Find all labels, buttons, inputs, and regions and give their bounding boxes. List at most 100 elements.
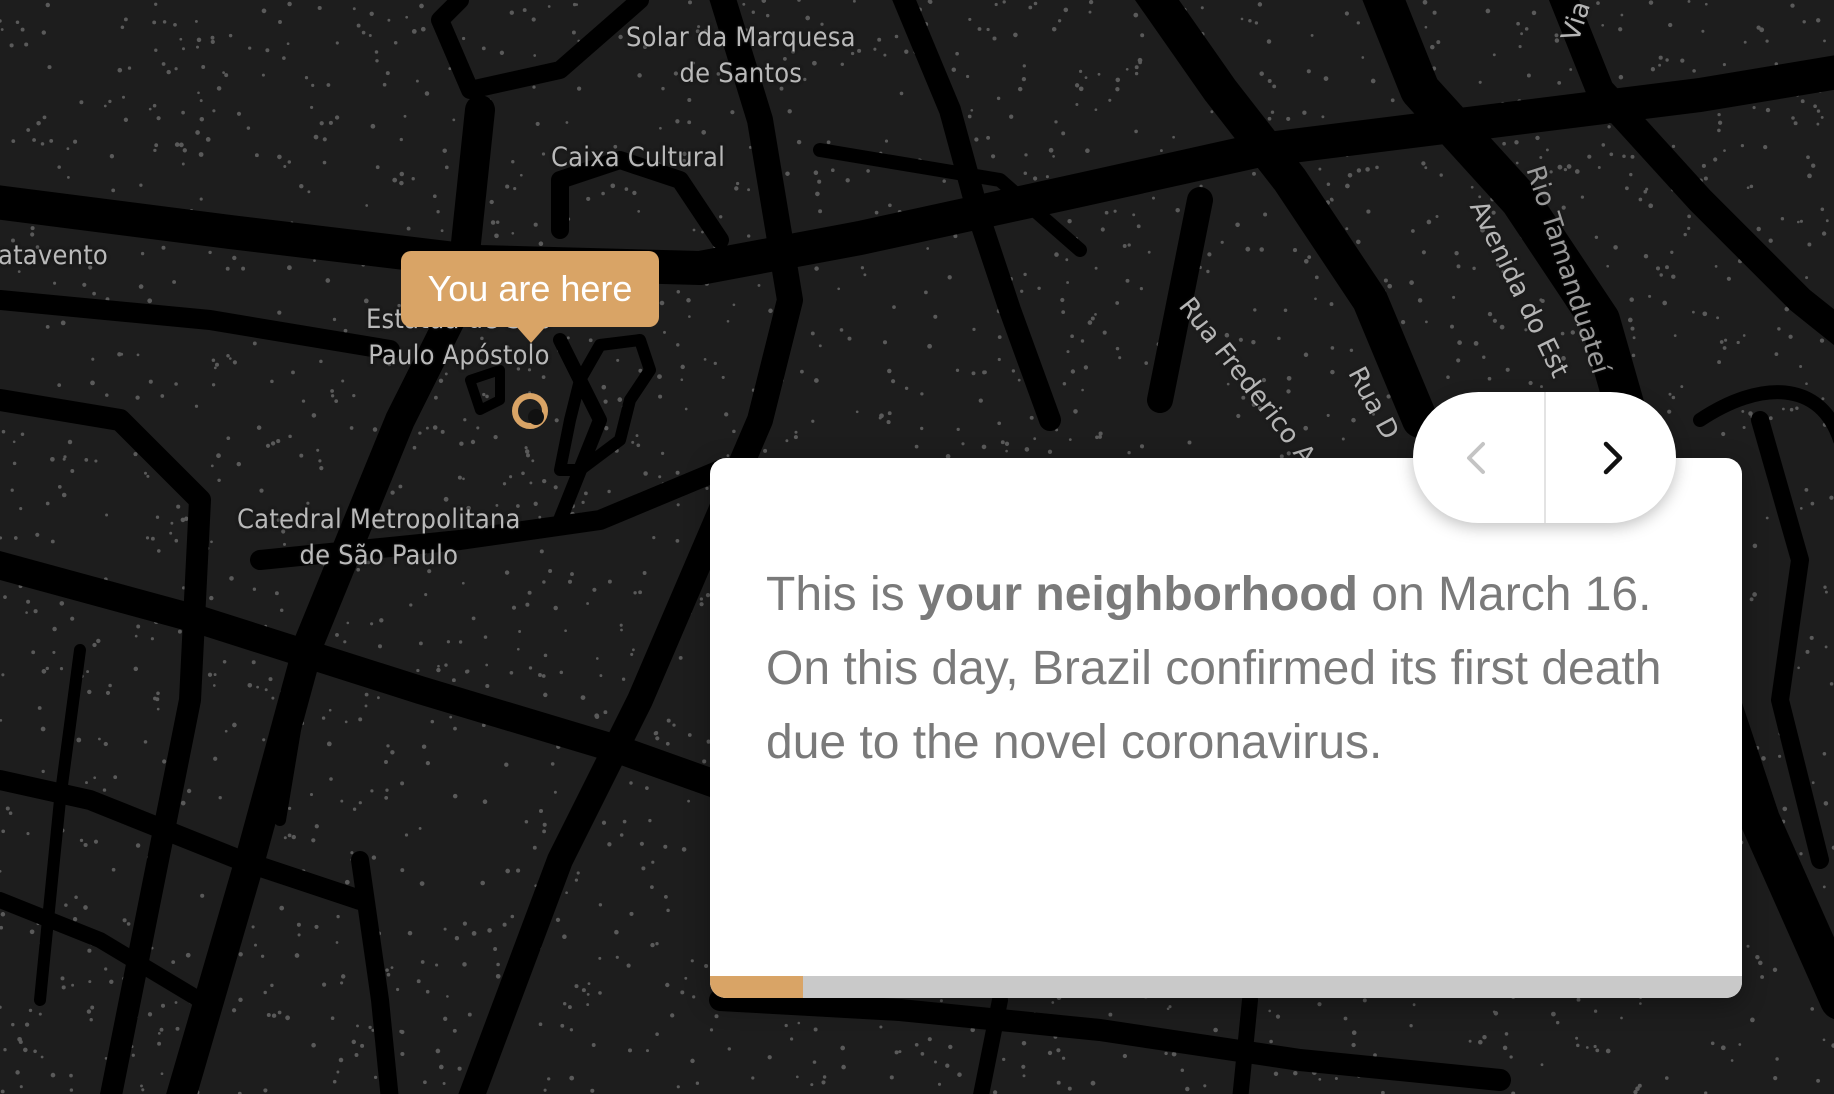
building-dot <box>10 488 14 492</box>
building-dot <box>1596 1 1600 5</box>
building-dot <box>71 983 75 987</box>
building-dot <box>493 947 498 951</box>
building-dot <box>1742 425 1746 430</box>
building-dot <box>1037 286 1041 291</box>
building-dot <box>538 808 544 814</box>
building-dot <box>238 952 243 957</box>
building-dot <box>1717 120 1723 125</box>
building-dot <box>1768 416 1773 421</box>
building-dot <box>914 444 919 449</box>
building-dot <box>1314 275 1319 280</box>
building-dot <box>210 464 214 468</box>
building-dot <box>19 1085 23 1089</box>
building-dot <box>815 191 820 197</box>
building-dot <box>1687 0 1691 3</box>
building-dot <box>883 53 887 57</box>
building-dot <box>1070 334 1074 339</box>
building-dot <box>1539 156 1543 159</box>
building-dot <box>614 929 619 935</box>
building-dot <box>1017 86 1023 92</box>
building-dot <box>471 931 477 936</box>
building-dot <box>1094 108 1098 112</box>
building-dot <box>69 1073 73 1078</box>
building-dot <box>287 806 292 811</box>
building-dot <box>1134 129 1138 134</box>
building-dot <box>64 903 68 907</box>
building-dot <box>1791 116 1795 120</box>
building-dot <box>1710 1041 1715 1046</box>
building-dot <box>569 1075 575 1081</box>
building-dot <box>199 99 203 103</box>
building-dot <box>1782 407 1785 411</box>
building-dot <box>452 1028 457 1033</box>
building-dot <box>1540 385 1543 389</box>
building-dot <box>224 73 229 78</box>
building-dot <box>1774 352 1779 356</box>
building-dot <box>420 26 426 32</box>
building-dot <box>24 1022 30 1027</box>
building-dot <box>224 729 228 733</box>
building-dot <box>405 15 409 19</box>
building-dot <box>343 328 348 333</box>
building-dot <box>1236 413 1241 419</box>
building-dot <box>524 446 528 450</box>
next-button[interactable] <box>1546 392 1677 523</box>
building-dot <box>1307 255 1312 260</box>
building-dot <box>887 411 892 416</box>
building-dot <box>826 140 831 145</box>
building-dot <box>177 629 182 634</box>
building-dot <box>655 942 659 946</box>
building-dot <box>41 769 45 774</box>
building-dot <box>1009 114 1014 119</box>
previous-button[interactable] <box>1413 392 1544 523</box>
building-dot <box>493 434 498 440</box>
building-dot <box>699 602 704 607</box>
building-dot <box>482 392 486 397</box>
building-dot <box>1266 39 1272 44</box>
building-dot <box>1821 397 1825 401</box>
building-dot <box>1334 1076 1338 1081</box>
building-dot <box>768 308 773 314</box>
building-dot <box>904 49 909 54</box>
building-dot <box>658 475 662 479</box>
building-dot <box>322 137 327 142</box>
building-dot <box>1061 310 1066 314</box>
building-dot <box>1799 219 1803 223</box>
building-dot <box>495 220 500 224</box>
building-dot <box>277 310 282 315</box>
story-card: This is your neighborhood on March 16. O… <box>710 458 1742 998</box>
building-dot <box>692 228 696 232</box>
building-dot <box>813 1027 818 1032</box>
building-dot <box>1629 297 1634 302</box>
place-label-catavento: atavento <box>0 238 108 274</box>
building-dot <box>1436 40 1441 45</box>
building-dot <box>86 1009 92 1014</box>
building-dot <box>1137 57 1143 63</box>
building-dot <box>174 67 178 71</box>
building-dot <box>892 305 896 309</box>
building-dot <box>934 1060 937 1064</box>
story-progress-fill <box>710 976 803 998</box>
building-dot <box>260 954 265 958</box>
building-dot <box>382 82 387 87</box>
building-dot <box>425 760 431 766</box>
building-dot <box>615 955 619 959</box>
building-dot <box>261 8 267 14</box>
building-dot <box>652 536 656 540</box>
building-dot <box>41 30 46 35</box>
building-dot <box>675 470 680 475</box>
building-dot <box>590 1088 595 1093</box>
map-view[interactable]: Solar da Marquesa de Santos Caixa Cultur… <box>0 0 1834 1094</box>
building-dot <box>94 459 98 463</box>
building-dot <box>651 860 655 864</box>
building-dot <box>470 439 476 445</box>
building-dot <box>1033 437 1037 441</box>
building-dot <box>547 1077 551 1081</box>
building-dot <box>400 1051 405 1057</box>
building-dot <box>680 364 685 370</box>
building-dot <box>356 23 361 28</box>
building-dot <box>1345 183 1350 189</box>
building-dot <box>1083 365 1089 370</box>
building-dot <box>665 741 670 746</box>
building-dot <box>211 383 216 387</box>
